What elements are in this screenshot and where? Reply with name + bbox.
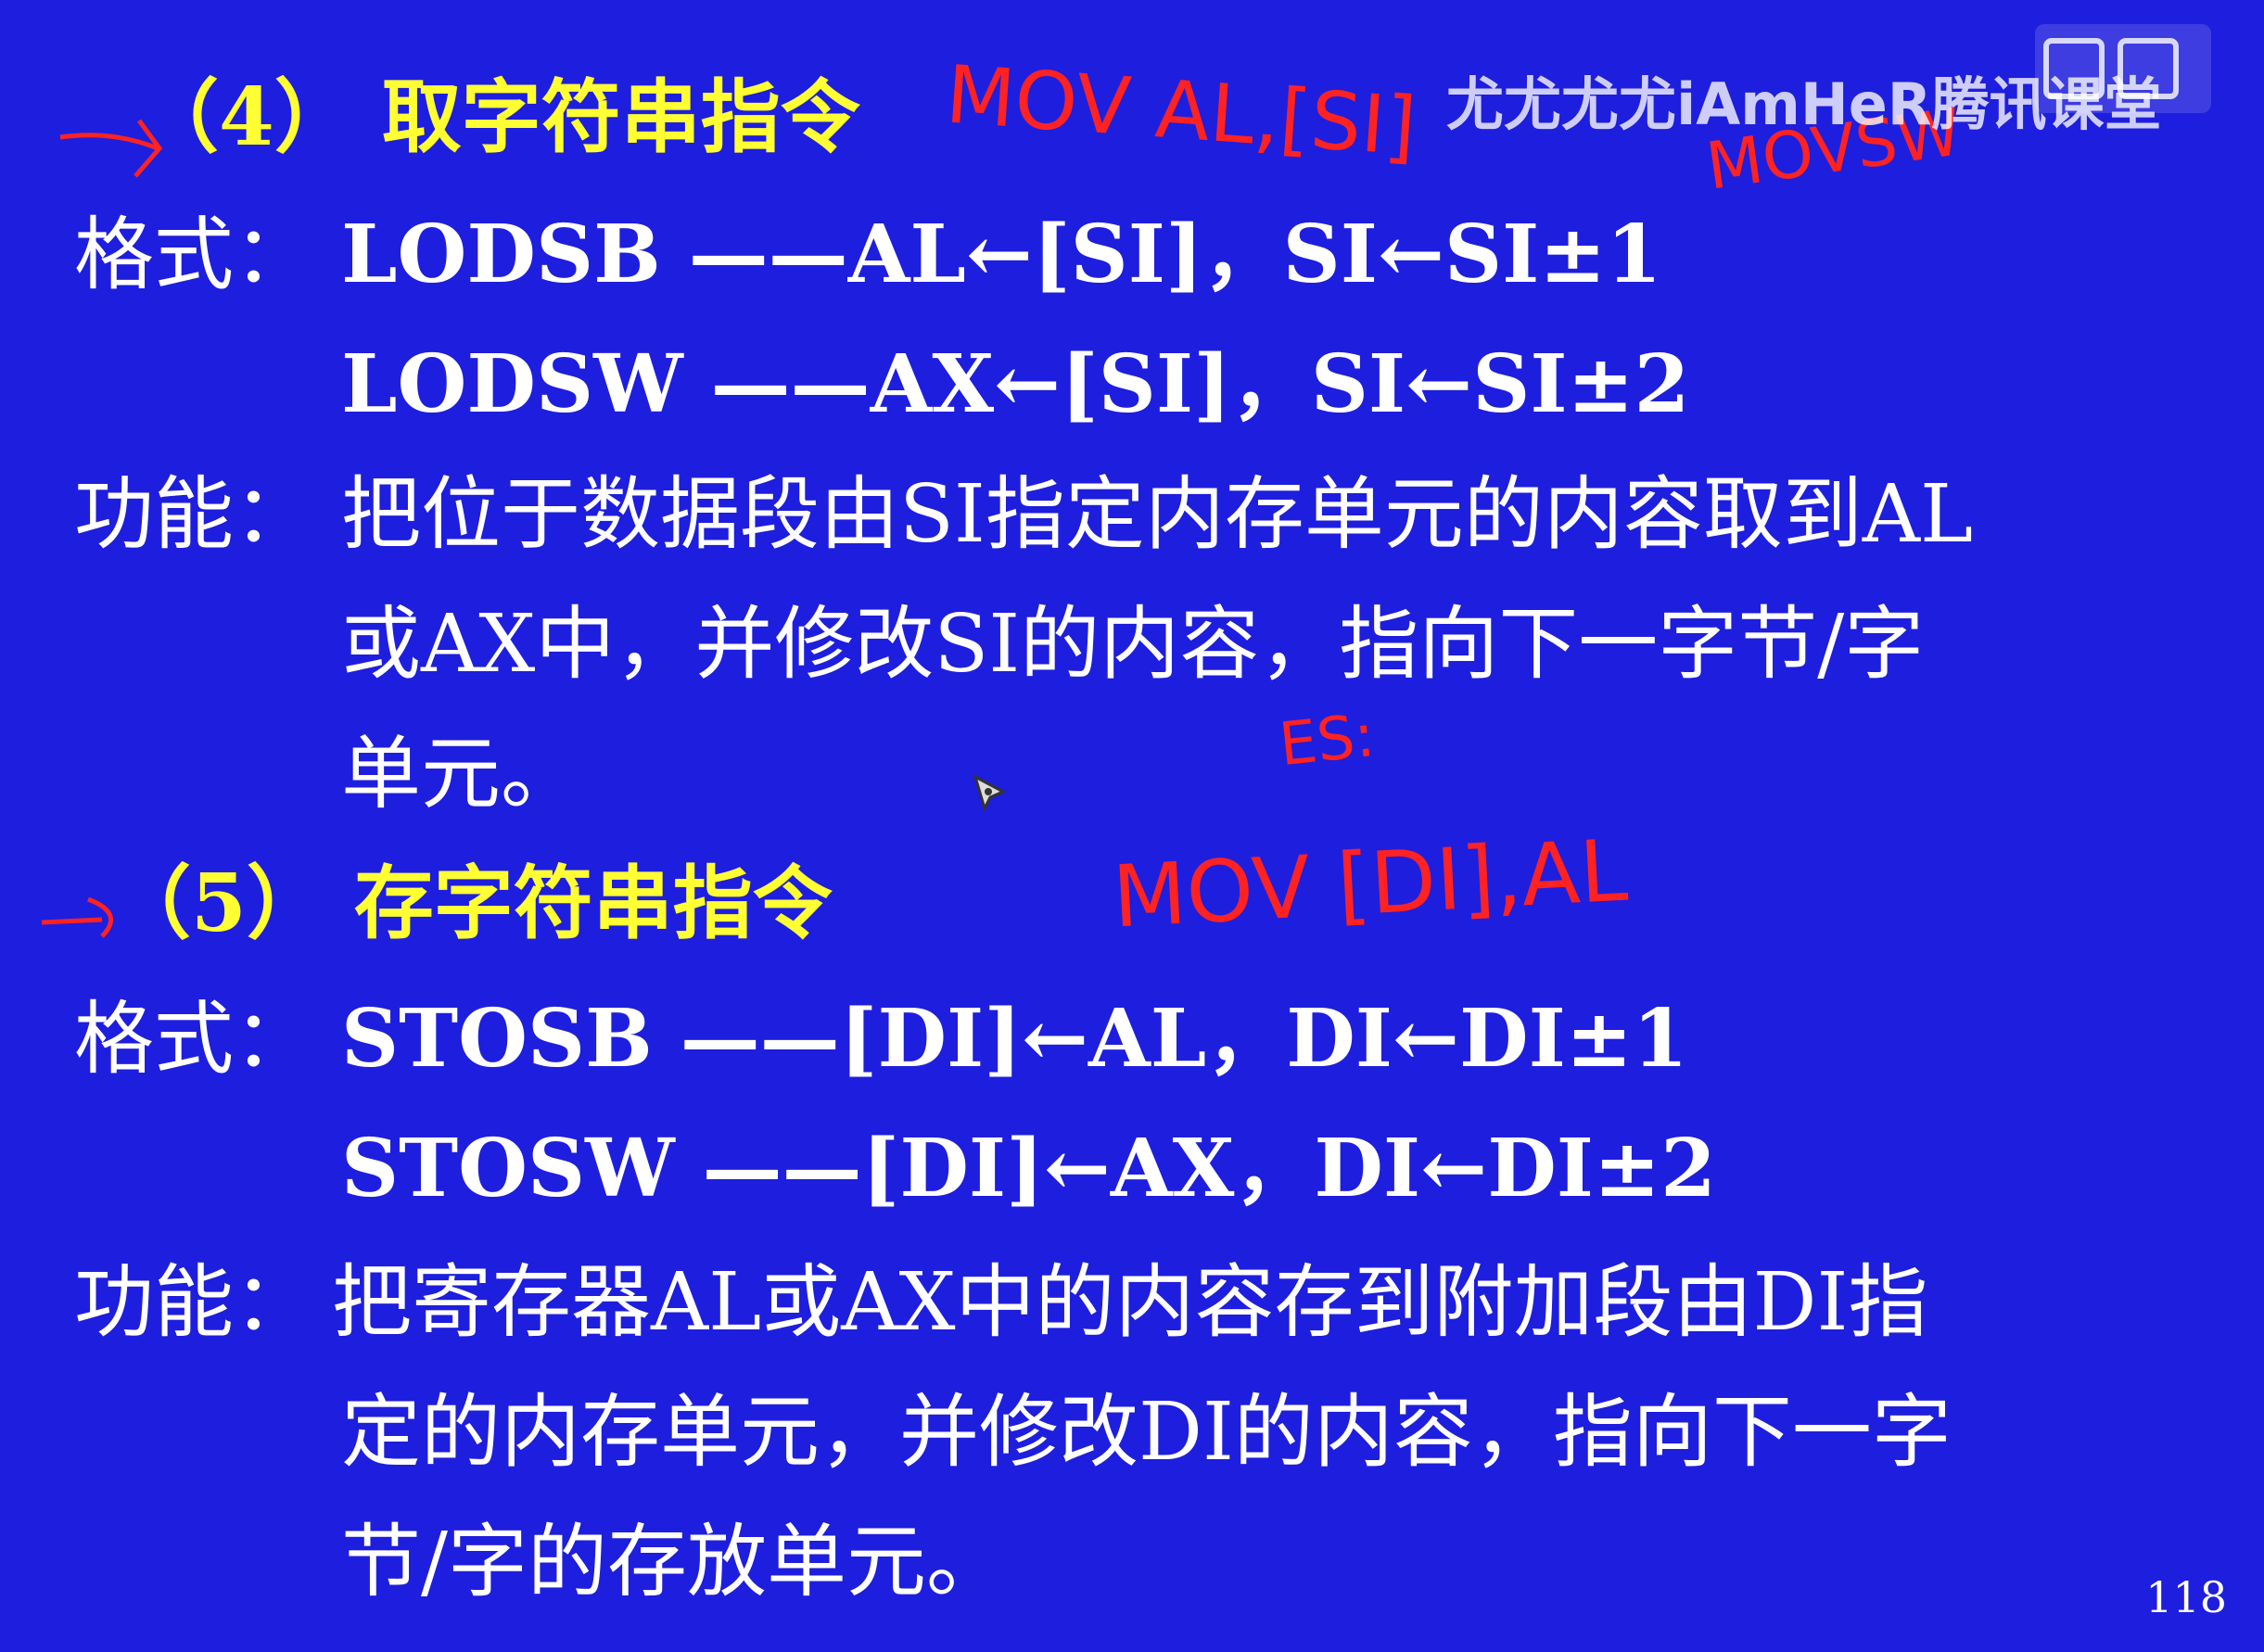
section5-format-line1: STOSB ——[DI]←AL，DI←DI±1	[341, 992, 1688, 1086]
section5-format-line2: STOSW ——[DI]←AX，DI←DI±2	[341, 1122, 1716, 1215]
section4-format-line1: LODSB ——AL←[SI]，SI←SI±1	[341, 208, 1662, 301]
section4-function-line3: 单元。	[341, 728, 580, 820]
annotation-mov-di-al: MOV [DI],AL	[1110, 820, 1630, 947]
section4-function-line1: 把位于数据段由SI指定内存单元的内容取到AL	[341, 468, 1974, 561]
section4-function-line2: 或AX中，并修改SI的内容，指向下一字节/字	[341, 598, 1925, 691]
pen-cursor-icon	[973, 773, 1007, 812]
section4-format-label: 格式：	[74, 209, 313, 301]
annotation-mov-al-si: MOV AL,[SI]	[943, 48, 1419, 174]
annotation-es: ES:	[1276, 701, 1379, 781]
section5-function-label: 功能：	[74, 1256, 313, 1349]
video-logo-icon	[2035, 24, 2211, 113]
section5-function-line3: 节/字的存放单元。	[341, 1516, 1006, 1608]
section5-function-line2: 定的内存单元，并修改DI的内容，指向下一字	[341, 1386, 1952, 1479]
slide: （4） 取字符串指令 格式： LODSB ——AL←[SI]，SI←SI±1 L…	[0, 0, 2264, 1652]
section5-heading: （5） 存字符串指令	[111, 857, 833, 950]
section5-format-label: 格式：	[74, 993, 313, 1086]
page-number: 118	[2145, 1572, 2227, 1622]
section5-function-line1: 把寄存器AL或AX中的内容存到附加段由DI指	[332, 1256, 1928, 1349]
section4-format-line2: LODSW ——AX←[SI]，SI←SI±2	[341, 337, 1690, 431]
section4-heading: （4） 取字符串指令	[139, 70, 860, 164]
section4-function-label: 功能：	[74, 468, 313, 561]
